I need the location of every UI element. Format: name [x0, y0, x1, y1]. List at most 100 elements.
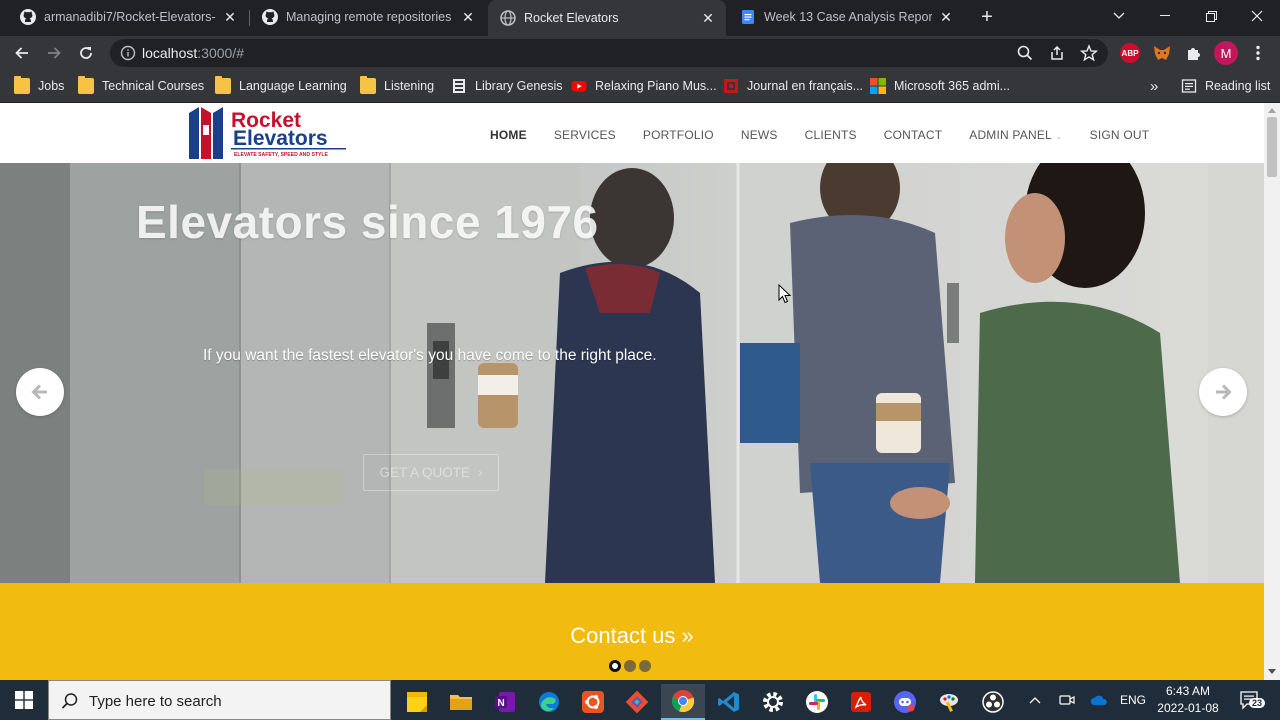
folder-icon: [215, 76, 231, 94]
discord-icon[interactable]: [883, 684, 927, 720]
tab-strip: armanadibi7/Rocket-Elevators-Fo ✕ Managi…: [0, 0, 1280, 36]
scroll-down-arrow[interactable]: [1268, 669, 1276, 674]
contact-band: Contact us »: [0, 583, 1264, 680]
nav-admin-panel-label: ADMIN PANEL: [969, 128, 1052, 142]
bookmark-technical-courses[interactable]: Technical Courses: [78, 76, 204, 96]
github-icon: [262, 9, 278, 25]
library-icon: [451, 78, 467, 94]
bookmark-label: Jobs: [38, 79, 65, 93]
vscode-icon[interactable]: [707, 684, 751, 720]
microsoft-icon: [870, 78, 886, 94]
notification-center-icon[interactable]: 23: [1232, 680, 1268, 720]
rocket-elevators-logo[interactable]: Rocket Elevators ELEVATE SAFETY, SPEED A…: [187, 105, 352, 161]
notification-count-badge: 23: [1249, 698, 1266, 708]
obs-icon[interactable]: [971, 684, 1015, 720]
ubuntu-icon[interactable]: [571, 684, 615, 720]
file-explorer-icon[interactable]: [439, 684, 483, 720]
get-a-quote-label: GET A QUOTE: [379, 465, 471, 480]
slide-indicators: [609, 660, 654, 672]
minimize-window-button[interactable]: [1142, 0, 1188, 32]
bookmark-microsoft-365[interactable]: Microsoft 365 admi...: [870, 76, 1010, 96]
web-page: Rocket Elevators ELEVATE SAFETY, SPEED A…: [0, 103, 1280, 680]
start-button[interactable]: [0, 680, 48, 720]
chevron-up-icon[interactable]: [1024, 680, 1046, 720]
share-icon[interactable]: [1048, 44, 1066, 62]
more-menu-icon[interactable]: [1246, 41, 1270, 65]
contact-us-link[interactable]: Contact us »: [0, 623, 1264, 649]
cta-ghost-overlay: [204, 469, 344, 505]
nav-news[interactable]: NEWS: [741, 128, 778, 142]
carousel-next-button[interactable]: [1199, 368, 1247, 416]
tab-github-rocket-elevators[interactable]: armanadibi7/Rocket-Elevators-Fo ✕: [8, 0, 248, 34]
reload-icon[interactable]: [74, 41, 98, 65]
nav-home[interactable]: HOME: [490, 128, 527, 142]
globe-icon: [500, 10, 516, 26]
nav-clients[interactable]: CLIENTS: [805, 128, 857, 142]
slide-dot[interactable]: [639, 660, 651, 672]
slack-icon[interactable]: [795, 684, 839, 720]
close-tab-icon[interactable]: ✕: [460, 9, 476, 25]
reading-list-button[interactable]: Reading list: [1181, 76, 1270, 96]
bookmark-jobs[interactable]: Jobs: [14, 76, 64, 96]
overflow-label: »: [1150, 77, 1159, 95]
close-tab-icon[interactable]: ✕: [222, 9, 238, 25]
onedrive-icon[interactable]: [1086, 680, 1112, 720]
restore-window-button[interactable]: [1188, 0, 1234, 32]
scroll-up-arrow[interactable]: [1268, 108, 1276, 113]
url-text: localhost:3000/#: [142, 45, 244, 61]
url-path: :3000/#: [197, 45, 244, 61]
bookmark-library-genesis[interactable]: Library Genesis: [451, 76, 563, 96]
input-language[interactable]: ENG: [1116, 680, 1150, 720]
back-icon[interactable]: [10, 41, 34, 65]
site-info-icon[interactable]: [120, 45, 136, 61]
get-a-quote-button[interactable]: GET A QUOTE ›: [363, 454, 499, 491]
arrow-left-icon: [31, 384, 47, 400]
profile-avatar[interactable]: M: [1214, 41, 1238, 65]
carousel-prev-button[interactable]: [16, 368, 64, 416]
forward-icon[interactable]: [42, 41, 66, 65]
close-tab-icon[interactable]: ✕: [700, 10, 716, 26]
tab-search-icon[interactable]: [1096, 0, 1142, 32]
bookmark-relaxing-piano[interactable]: Relaxing Piano Mus...: [571, 76, 717, 96]
tab-title: Week 13 Case Analysis Report - G: [764, 10, 932, 24]
address-bar[interactable]: localhost:3000/#: [110, 39, 1108, 67]
tab-rocket-elevators[interactable]: Rocket Elevators ✕: [488, 0, 726, 36]
system-clock[interactable]: 6:43 AM 2022-01-08: [1150, 683, 1226, 717]
tab-week-13-case-analysis[interactable]: Week 13 Case Analysis Report - G ✕: [728, 0, 964, 34]
nav-contact[interactable]: CONTACT: [884, 128, 943, 142]
bookmarks-overflow-button[interactable]: »: [1150, 76, 1158, 96]
slide-dot[interactable]: [609, 660, 621, 672]
onenote-icon[interactable]: N: [483, 684, 527, 720]
tab-managing-remote-repositories[interactable]: Managing remote repositories - G ✕: [250, 0, 486, 34]
github-icon: [20, 9, 36, 25]
profile-initial: M: [1220, 45, 1232, 61]
extensions-puzzle-icon[interactable]: [1184, 43, 1204, 63]
nav-services[interactable]: SERVICES: [554, 128, 616, 142]
close-window-button[interactable]: [1234, 0, 1280, 32]
page-scrollbar[interactable]: [1264, 103, 1280, 680]
slide-dot[interactable]: [624, 660, 636, 672]
settings-icon[interactable]: [751, 684, 795, 720]
paint-icon[interactable]: [927, 684, 971, 720]
bookmark-listening[interactable]: Listening: [360, 76, 434, 96]
chrome-icon[interactable]: [661, 684, 705, 720]
scroll-thumb[interactable]: [1267, 117, 1277, 177]
sticky-notes-icon[interactable]: [395, 684, 439, 720]
new-tab-button[interactable]: +: [976, 6, 998, 28]
meet-now-icon[interactable]: [1054, 680, 1080, 720]
close-tab-icon[interactable]: ✕: [938, 9, 954, 25]
bookmark-star-icon[interactable]: [1079, 44, 1099, 62]
bookmark-language-learning[interactable]: Language Learning: [215, 76, 347, 96]
edge-icon[interactable]: [527, 684, 571, 720]
taskbar-search-input[interactable]: Type here to search: [48, 680, 391, 720]
bookmark-journal-en-francais[interactable]: Journal en français...: [723, 76, 863, 96]
zoom-icon[interactable]: [1016, 44, 1034, 62]
nav-portfolio[interactable]: PORTFOLIO: [643, 128, 714, 142]
adblock-plus-icon[interactable]: ABP: [1120, 43, 1140, 63]
git-icon[interactable]: [615, 684, 659, 720]
nav-sign-out[interactable]: SIGN OUT: [1090, 128, 1150, 142]
acrobat-icon[interactable]: [839, 684, 883, 720]
search-icon: [61, 693, 78, 709]
nav-admin-panel[interactable]: ADMIN PANEL ⌄: [969, 128, 1062, 142]
metamask-icon[interactable]: [1152, 43, 1172, 63]
